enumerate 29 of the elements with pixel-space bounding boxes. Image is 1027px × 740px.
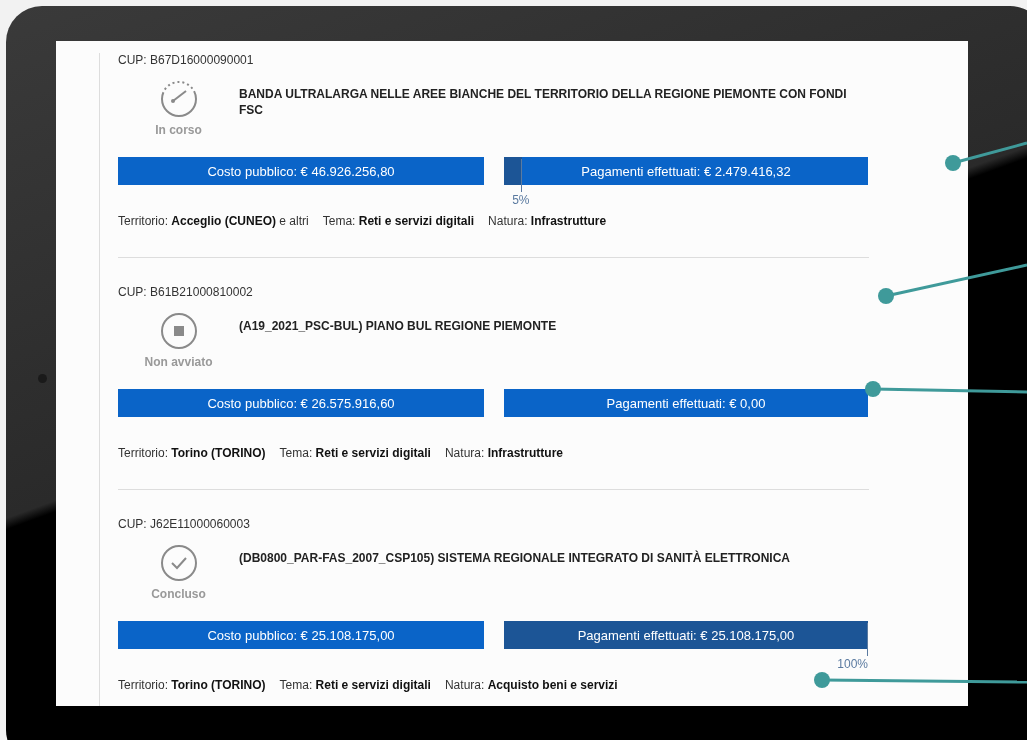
status-label: Non avviato (144, 355, 213, 369)
payment-label: Pagamenti effettuati: € 2.479.416,32 (580, 162, 792, 181)
project-title: BANDA ULTRALARGA NELLE AREE BIANCHE DEL TERRITORIO DELLA REGIONE PIEMONTE CON FONDI FSC (239, 86, 848, 119)
meta-info: Natura: Acquisto beni e servizi (444, 678, 618, 692)
project-title: (A19_2021_PSC-BUL) PIANO BUL REGIONE PIEMONTE (239, 318, 558, 335)
meta-info: Territorio: Acceglio (CUNEO) e altri (118, 214, 309, 228)
meta-info: Tema: Reti e servizi digitali (279, 678, 431, 692)
cost-bar: Costo pubblico: € 25.108.175,00 (118, 621, 484, 649)
status-label: Concluso (151, 587, 206, 601)
cost-bar: Costo pubblico: € 46.926.256,80 (118, 157, 484, 185)
meta-info: Tema: Reti e servizi digitali (279, 446, 431, 460)
cup-code: CUP: J62E11000060003 (118, 517, 251, 532)
meta-info: Tema: Reti e servizi digitali (322, 214, 475, 228)
cost-bar: Costo pubblico: € 26.575.916,60 (118, 389, 484, 417)
meta-info: Territorio: Torino (TORINO) (118, 678, 266, 692)
percent-label: 100% (837, 657, 868, 671)
payment-label: Pagamenti effettuati: € 25.108.175,00 (576, 626, 796, 645)
payment-label: Pagamenti effettuati: € 0,00 (605, 394, 767, 413)
meta-info: Territorio: Torino (TORINO) (118, 446, 266, 460)
gauge-icon (158, 79, 199, 119)
meta-info: Natura: Infrastrutture (444, 446, 563, 460)
status-label: In corso (155, 123, 202, 137)
project-title: (DB0800_PAR-FAS_2007_CSP105) SISTEMA REGIONALE INTEGRATO DI SANITÀ ELETTRONICA (239, 550, 791, 567)
checkmark-icon (158, 543, 199, 583)
meta-info: Natura: Infrastrutture (488, 214, 607, 228)
cup-code: CUP: B61B21000810002 (118, 285, 254, 300)
percent-label: 5% (512, 193, 530, 207)
stop-icon (158, 311, 199, 351)
cup-code: CUP: B67D16000090001 (118, 53, 255, 68)
